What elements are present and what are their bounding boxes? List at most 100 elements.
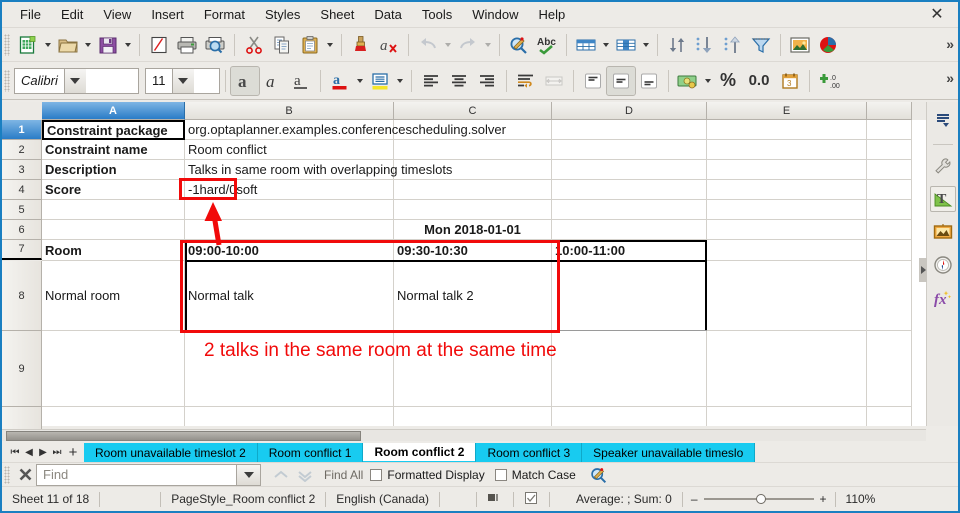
column-header-b[interactable]: B (185, 102, 394, 120)
cell-b3[interactable]: Talks in same room with overlapping time… (185, 160, 394, 180)
background-color-button[interactable] (366, 67, 394, 95)
sort-button[interactable] (663, 31, 691, 59)
zoom-out-button[interactable]: – (691, 492, 698, 506)
cell-e5[interactable] (707, 200, 867, 220)
column-header-a[interactable]: A (42, 102, 185, 120)
redo-button[interactable] (454, 31, 482, 59)
menu-item-tools[interactable]: Tools (412, 4, 462, 25)
zoom-slider[interactable]: – + (683, 492, 835, 506)
cell-b8[interactable]: Normal talk (185, 261, 394, 331)
row-header-8[interactable]: 8 (2, 261, 42, 331)
new-document-dropdown[interactable] (42, 31, 54, 59)
menu-item-view[interactable]: View (93, 4, 141, 25)
column-header-d[interactable]: D (552, 102, 707, 120)
italic-button[interactable]: a (259, 67, 287, 95)
document-modified-icon[interactable] (514, 491, 549, 508)
row-header-6[interactable]: 6 (2, 220, 42, 240)
cell-a8[interactable]: Normal room (42, 261, 185, 331)
wrap-text-button[interactable] (512, 67, 540, 95)
wrench-icon[interactable] (930, 153, 956, 179)
font-color-dropdown[interactable] (354, 67, 366, 95)
spelling-button[interactable]: Abc (533, 31, 561, 59)
font-size-combobox[interactable]: 11 (145, 68, 220, 94)
format-as-date-button[interactable]: 3 (776, 67, 804, 95)
cell-d10[interactable] (552, 407, 707, 426)
formatted-display-checkbox[interactable]: Formatted Display (370, 468, 484, 482)
cell-f9[interactable] (867, 331, 912, 407)
row-button[interactable] (572, 31, 600, 59)
chevron-down-icon[interactable] (64, 69, 86, 93)
clear-formatting-button[interactable]: a (375, 31, 403, 59)
add-sheet-button[interactable]: + (64, 443, 82, 461)
cell-a5[interactable] (42, 200, 185, 220)
menu-item-help[interactable]: Help (528, 4, 575, 25)
cell-c1[interactable] (394, 120, 552, 140)
save-document-dropdown[interactable] (122, 31, 134, 59)
cell-d4[interactable] (552, 180, 707, 200)
horizontal-scrollbar-thumb[interactable] (6, 431, 361, 441)
column-dropdown[interactable] (640, 31, 652, 59)
cell-c5[interactable] (394, 200, 552, 220)
sidebar-settings-icon[interactable] (930, 108, 956, 134)
open-document-dropdown[interactable] (82, 31, 94, 59)
undo-dropdown[interactable] (442, 31, 454, 59)
cell-f10[interactable] (867, 407, 912, 426)
sheet-tab-room-conflict-1[interactable]: Room conflict 1 (258, 443, 364, 463)
find-all-button[interactable]: Find All (324, 468, 363, 482)
format-as-currency-dropdown[interactable] (702, 67, 714, 95)
horizontal-scrollbar[interactable] (2, 429, 926, 441)
cell-d1[interactable] (552, 120, 707, 140)
cell-c6[interactable]: Mon 2018-01-01 (394, 220, 552, 240)
cell-a6[interactable] (42, 220, 185, 240)
undo-button[interactable] (414, 31, 442, 59)
find-next-button[interactable] (293, 465, 317, 485)
redo-dropdown[interactable] (482, 31, 494, 59)
save-document-button[interactable] (94, 31, 122, 59)
align-center-vertically-button[interactable] (607, 67, 635, 95)
cell-d9[interactable] (552, 331, 707, 407)
new-document-button[interactable] (14, 31, 42, 59)
gallery-picture-icon[interactable] (930, 219, 956, 245)
cell-b2[interactable]: Room conflict (185, 140, 394, 160)
cell-c7[interactable]: 09:30-10:30 (394, 240, 552, 261)
checkbox-box[interactable] (495, 469, 507, 481)
export-pdf-button[interactable] (145, 31, 173, 59)
close-find-toolbar-button[interactable] (14, 465, 36, 485)
column-header-c[interactable]: C (394, 102, 552, 120)
cell-e2[interactable] (707, 140, 867, 160)
menu-item-sheet[interactable]: Sheet (310, 4, 364, 25)
insert-chart-button[interactable] (814, 31, 842, 59)
print-preview-button[interactable] (201, 31, 229, 59)
close-icon[interactable]: ✕ (928, 6, 946, 24)
find-input[interactable]: Find (36, 464, 261, 486)
cell-f1[interactable] (867, 120, 912, 140)
cell-b1[interactable]: org.optaplanner.examples.conferencesched… (185, 120, 394, 140)
cell-e3[interactable] (707, 160, 867, 180)
match-case-checkbox[interactable]: Match Case (495, 468, 576, 482)
cell-f8[interactable] (867, 261, 912, 331)
chevron-down-icon[interactable] (236, 465, 260, 485)
cell-d5[interactable] (552, 200, 707, 220)
cell-f4[interactable] (867, 180, 912, 200)
format-as-percent-button[interactable]: % (714, 67, 742, 95)
align-top-button[interactable] (579, 67, 607, 95)
page-style-status[interactable]: PageStyle_Room conflict 2 (161, 492, 325, 506)
cell-a3[interactable]: Description (42, 160, 185, 180)
first-sheet-icon[interactable]: ⏮ (8, 443, 22, 461)
cell-d7[interactable]: 10:00-11:00 (552, 240, 707, 261)
toolbar-grip[interactable] (4, 70, 10, 92)
paste-button[interactable] (296, 31, 324, 59)
cell-c8[interactable]: Normal talk 2 (394, 261, 552, 331)
menu-item-window[interactable]: Window (462, 4, 528, 25)
cell-e1[interactable] (707, 120, 867, 140)
toolbar-grip[interactable] (4, 34, 10, 56)
row-header-3[interactable]: 3 (2, 160, 42, 180)
cell-e9[interactable] (707, 331, 867, 407)
add-decimal-place-button[interactable]: .0.00 (815, 67, 849, 95)
copy-button[interactable] (268, 31, 296, 59)
column-header-e[interactable]: E (707, 102, 867, 120)
sort-descending-button[interactable] (719, 31, 747, 59)
autofilter-button[interactable] (747, 31, 775, 59)
merge-cells-button[interactable] (540, 67, 568, 95)
sheet-tab-room-conflict-2[interactable]: Room conflict 2 (363, 443, 476, 463)
